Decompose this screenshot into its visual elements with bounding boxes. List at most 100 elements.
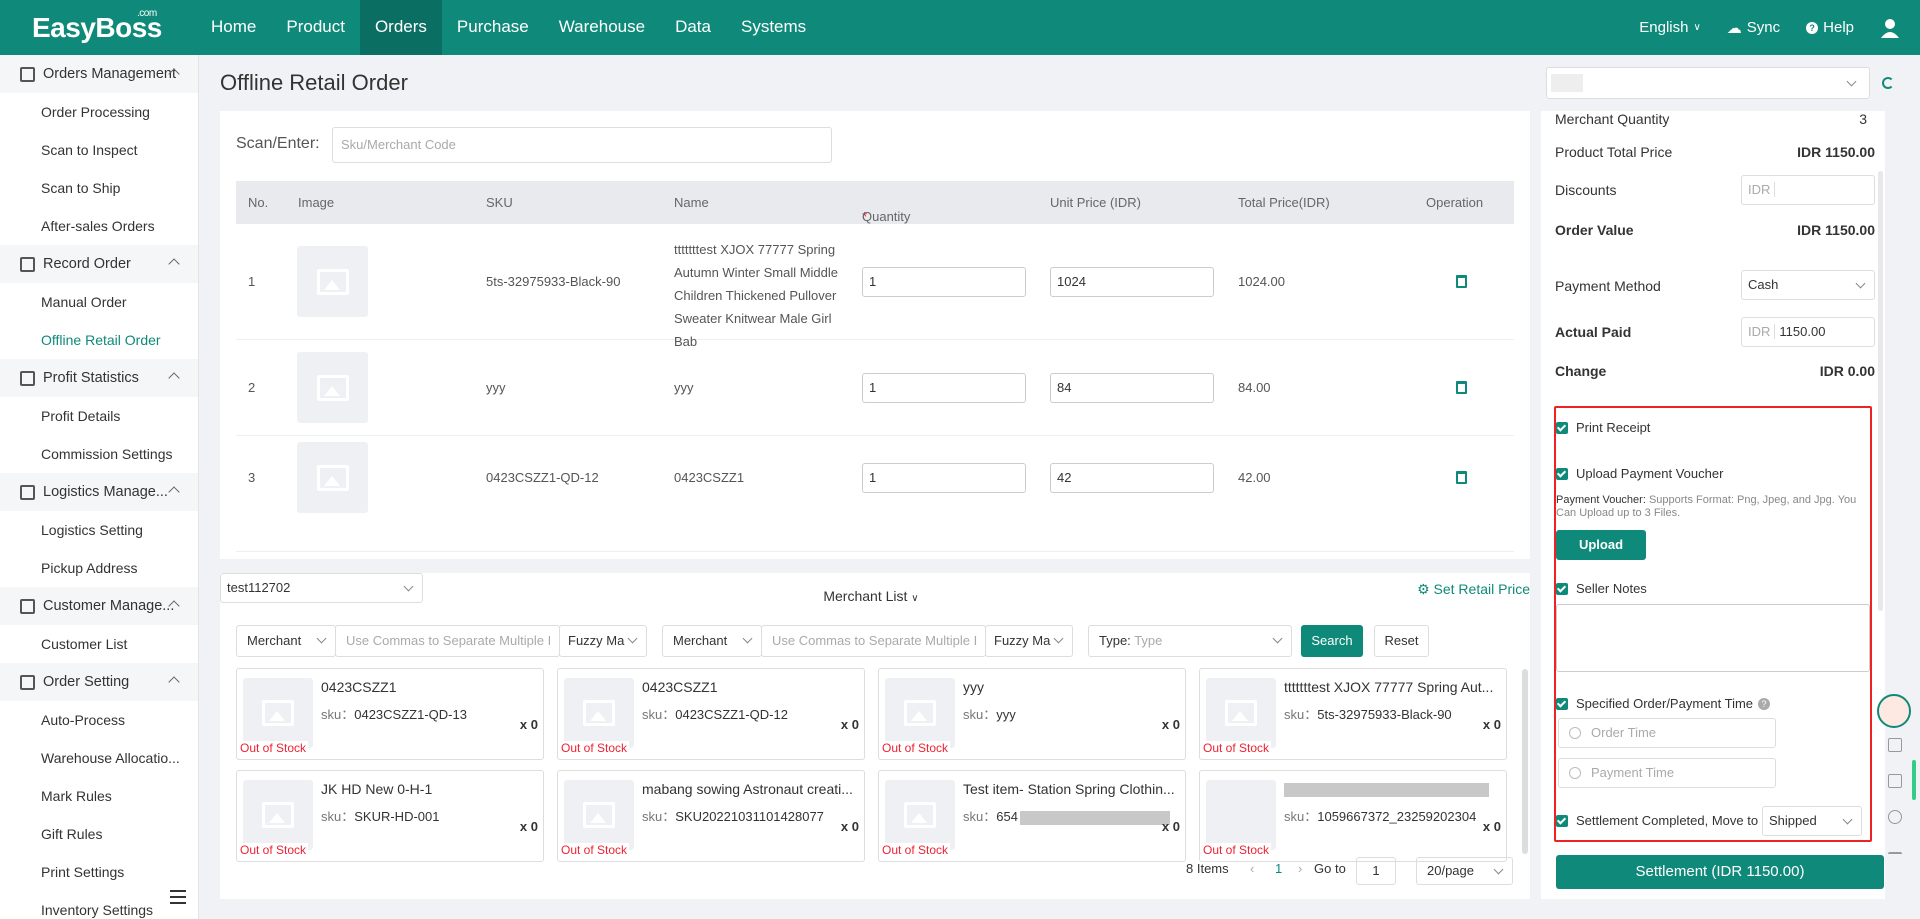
payment-method-select[interactable]: Cash	[1741, 270, 1875, 300]
sidebar-item-pickup-address[interactable]: Pickup Address	[0, 549, 198, 587]
chevron-up-icon	[168, 676, 180, 688]
search-button[interactable]: Search	[1301, 625, 1363, 657]
payment-time-input[interactable]: Payment Time	[1558, 758, 1776, 788]
sidebar-item-logistics-setting[interactable]: Logistics Setting	[0, 511, 198, 549]
sidebar-item-commission-settings[interactable]: Commission Settings	[0, 435, 198, 473]
settlement-button[interactable]: Settlement (IDR 1150.00)	[1556, 855, 1884, 889]
specified-time-checkbox[interactable]: Specified Order/Payment Time?	[1556, 696, 1771, 711]
sidebar-item-warehouse-allocation[interactable]: Warehouse Allocatio...	[0, 739, 198, 777]
row-no: 3	[248, 470, 256, 485]
page-size-select[interactable]: 20/page	[1416, 857, 1513, 885]
quantity-input[interactable]: 1	[862, 463, 1026, 493]
status-select[interactable]: Shipped	[1762, 806, 1862, 836]
merchant-card[interactable]: JK HD New 0-H-1 sku：SKUR-HD-001 x 0 Out …	[236, 770, 544, 862]
sidebar-item-after-sales-orders[interactable]: After-sales Orders	[0, 207, 198, 245]
brand-logo[interactable]: EasyBoss .com	[0, 8, 196, 44]
field-select-2[interactable]: Merchant	[662, 625, 762, 657]
exchange-icon[interactable]	[1888, 810, 1902, 824]
keyword-input-2[interactable]: Use Commas to Separate Multiple I	[761, 625, 986, 657]
seller-notes-checkbox[interactable]: Seller Notes	[1556, 581, 1647, 596]
scan-input[interactable]: Sku/Merchant Code	[332, 127, 832, 163]
order-time-input[interactable]: Order Time	[1558, 718, 1776, 748]
card-count: x 0	[840, 819, 859, 834]
sidebar-item-customer-list[interactable]: Customer List	[0, 625, 198, 663]
user-icon[interactable]	[1880, 18, 1900, 38]
sidebar-item-mark-rules[interactable]: Mark Rules	[0, 777, 198, 815]
back-to-top-icon[interactable]	[1888, 852, 1902, 866]
sidebar-group-orders-management[interactable]: Orders Management	[0, 55, 198, 93]
unit-price-input[interactable]: 84	[1050, 373, 1214, 403]
nav-systems[interactable]: Systems	[726, 0, 821, 55]
sync-button[interactable]: ☁ Sync	[1727, 19, 1780, 37]
sidebar-item-gift-rules[interactable]: Gift Rules	[0, 815, 198, 853]
nav-home[interactable]: Home	[196, 0, 271, 55]
settlement-move-checkbox[interactable]: Settlement Completed, Move to	[1556, 813, 1758, 828]
unit-price-input[interactable]: 42	[1050, 463, 1214, 493]
sidebar-item-scan-to-ship[interactable]: Scan to Ship	[0, 169, 198, 207]
nav-orders[interactable]: Orders	[359, 0, 442, 55]
merchant-card[interactable]: Test item- Station Spring Clothin... sku…	[878, 770, 1186, 862]
delete-icon[interactable]	[1456, 381, 1467, 394]
keyword-input-1[interactable]: Use Commas to Separate Multiple I	[335, 625, 560, 657]
help-button[interactable]: ? Help	[1806, 19, 1854, 36]
nav-purchase[interactable]: Purchase	[442, 0, 544, 55]
merchant-card[interactable]: 0423CSZZ1 sku：0423CSZZ1-QD-13 x 0 Out of…	[236, 668, 544, 760]
sidebar-group-order-setting[interactable]: Order Setting	[0, 663, 198, 701]
prev-page-icon[interactable]: ‹	[1250, 861, 1254, 876]
sidebar-item-auto-process[interactable]: Auto-Process	[0, 701, 198, 739]
merchant-card[interactable]: tttttttest XJOX 77777 Spring Aut... sku：…	[1199, 668, 1507, 760]
sidebar-item-offline-retail-order[interactable]: Offline Retail Order	[0, 321, 198, 359]
nav-data[interactable]: Data	[660, 0, 726, 55]
sidebar-item-scan-to-inspect[interactable]: Scan to Inspect	[0, 131, 198, 169]
delete-icon[interactable]	[1456, 471, 1467, 484]
sidebar-group-logistics[interactable]: Logistics Manage...	[0, 473, 198, 511]
sidebar-item-manual-order[interactable]: Manual Order	[0, 283, 198, 321]
change-value: IDR 0.00	[1819, 363, 1875, 379]
sidebar-item-profit-details[interactable]: Profit Details	[0, 397, 198, 435]
card-count: x 0	[840, 717, 859, 732]
scrollbar[interactable]	[1878, 171, 1883, 611]
document-icon[interactable]	[1888, 738, 1902, 752]
refresh-icon[interactable]	[1882, 77, 1894, 89]
reset-button[interactable]: Reset	[1374, 625, 1429, 657]
sidebar-group-customer[interactable]: Customer Manage...	[0, 587, 198, 625]
sidebar-group-record-order[interactable]: Record Order	[0, 245, 198, 283]
chat-icon[interactable]	[1888, 774, 1902, 788]
nav-product[interactable]: Product	[271, 0, 360, 55]
page-number[interactable]: 1	[1275, 861, 1282, 876]
nav-warehouse[interactable]: Warehouse	[544, 0, 660, 55]
field-select-1[interactable]: Merchant	[236, 625, 336, 657]
store-select[interactable]: test112702	[220, 573, 423, 603]
merchant-card[interactable]: yyy sku：yyy x 0 Out of Stock	[878, 668, 1186, 760]
unit-price-input[interactable]: 1024	[1050, 267, 1214, 297]
sidebar-item-order-processing[interactable]: Order Processing	[0, 93, 198, 131]
merchant-card[interactable]: 0423CSZZ1 sku：0423CSZZ1-QD-12 x 0 Out of…	[557, 668, 865, 760]
goto-input[interactable]: 1	[1356, 857, 1396, 885]
scrollbar[interactable]	[1522, 669, 1528, 854]
type-select[interactable]: Type: Type	[1088, 625, 1292, 657]
sidebar-group-profit-statistics[interactable]: Profit Statistics	[0, 359, 198, 397]
set-retail-price-link[interactable]: ⚙ Set Retail Price	[1417, 581, 1530, 598]
quantity-input[interactable]: 1	[862, 267, 1026, 297]
next-page-icon[interactable]: ›	[1298, 861, 1302, 876]
shop-select[interactable]	[1546, 67, 1870, 99]
print-receipt-checkbox[interactable]: Print Receipt	[1556, 420, 1650, 435]
discounts-input[interactable]: IDR	[1741, 175, 1875, 205]
merchant-list-tab[interactable]: Merchant List ∨	[812, 581, 930, 611]
upload-voucher-checkbox[interactable]: Upload Payment Voucher	[1556, 466, 1723, 481]
quantity-input[interactable]: 1	[862, 373, 1026, 403]
assistant-avatar-icon[interactable]	[1877, 694, 1911, 728]
actual-paid-input[interactable]: IDR 1150.00	[1741, 317, 1875, 347]
merchant-card[interactable]: sku：1059667372_23259202304 x 0 Out of St…	[1199, 770, 1507, 862]
match-select-2[interactable]: Fuzzy Ma	[985, 625, 1073, 657]
language-selector[interactable]: English ∨	[1639, 19, 1701, 36]
merchant-card[interactable]: mabang sowing Astronaut creati... sku：SK…	[557, 770, 865, 862]
menu-collapse-icon[interactable]	[170, 890, 186, 904]
delete-icon[interactable]	[1456, 275, 1467, 288]
card-sku: sku：0423CSZZ1-QD-12	[642, 707, 788, 722]
seller-notes-textarea[interactable]	[1556, 604, 1870, 672]
sidebar-item-inventory-settings[interactable]: Inventory Settings	[0, 891, 198, 919]
match-select-1[interactable]: Fuzzy Ma	[559, 625, 647, 657]
upload-button[interactable]: Upload	[1556, 530, 1646, 560]
sidebar-item-print-settings[interactable]: Print Settings	[0, 853, 198, 891]
